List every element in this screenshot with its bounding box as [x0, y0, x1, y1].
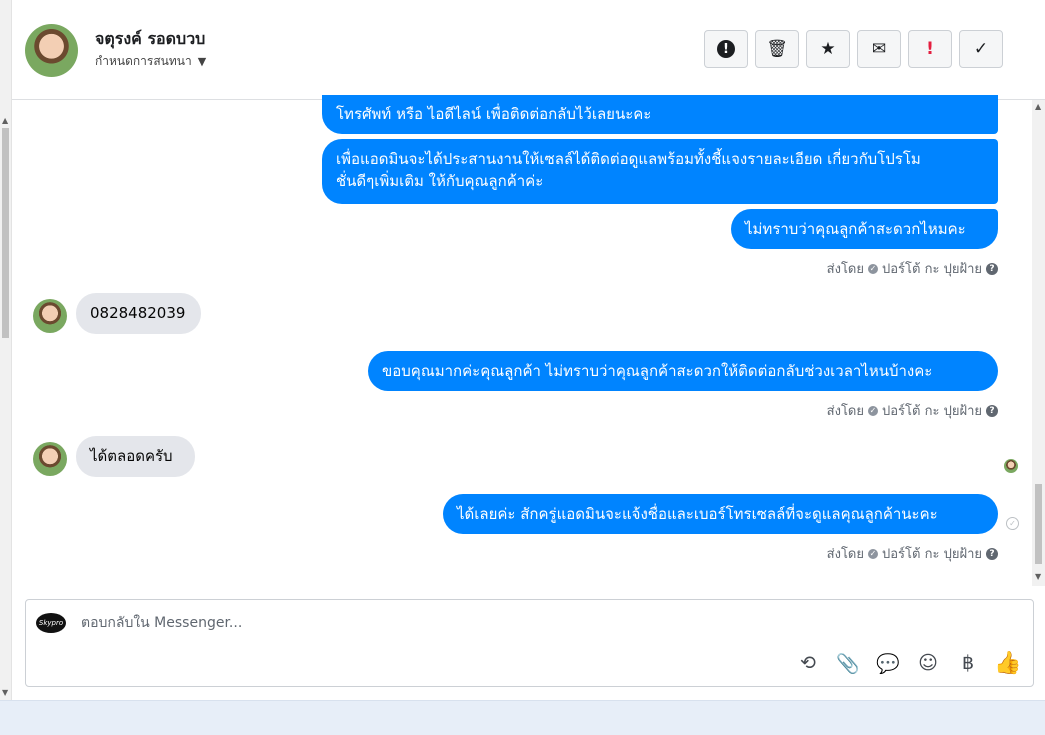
scrollbar-thumb[interactable] — [2, 128, 9, 338]
contact-name[interactable]: จตุรงค์ รอดบวบ — [95, 27, 205, 52]
message-text: โทรศัพท์ หรือ ไอดีไลน์ เพื่อติดต่อกลับไว… — [336, 105, 652, 123]
agent-name: ปอร์โต้ กะ ปุยฝ้าย — [882, 547, 982, 562]
contact-avatar[interactable] — [25, 24, 78, 77]
help-icon[interactable]: ? — [986, 547, 998, 560]
star-icon: ★ — [820, 39, 836, 59]
message-text: ไม่ทราบว่าคุณลูกค้าสะดวกไหมคะ — [745, 220, 966, 238]
header-actions: ! 🗑 ★ ✉ ! ✓ — [704, 30, 1003, 68]
sent-by-info: ส่งโดย ✓ ปอร์โต้ กะ ปุยฝ้าย ? — [827, 400, 998, 421]
bottom-band — [0, 700, 1045, 735]
message-outgoing[interactable]: ไม่ทราบว่าคุณลูกค้าสะดวกไหมคะ — [731, 209, 998, 249]
saved-reply-icon[interactable]: ⟲ — [795, 650, 821, 676]
mark-done-button[interactable]: ✓ — [959, 30, 1003, 68]
schedule-label: กำหนดการสนทนา — [95, 54, 192, 68]
scroll-down-arrow-icon[interactable]: ▼ — [2, 688, 8, 697]
mark-unread-button[interactable]: ✉ — [857, 30, 901, 68]
chat-bubble-icon[interactable]: 💬 — [875, 650, 901, 676]
agent-name: ปอร์โต้ กะ ปุยฝ้าย — [882, 404, 982, 419]
thread-scrollbar[interactable]: ▲ ▼ — [1032, 100, 1045, 586]
check-icon: ✓ — [973, 39, 989, 59]
sent-status-icon: ✓ — [1006, 517, 1019, 530]
seen-indicator-avatar — [1004, 459, 1018, 473]
scrollbar-thumb[interactable] — [1035, 484, 1042, 564]
message-text-line: เพื่อแอดมินจะได้ประสานงานให้เซลล์ได้ติดต… — [336, 150, 921, 168]
sent-by-label: ส่งโดย — [826, 547, 864, 562]
report-button[interactable]: ! — [704, 30, 748, 68]
page-logo: Skypro — [36, 613, 66, 633]
message-outgoing[interactable]: ขอบคุณมากค่ะคุณลูกค้า ไม่ทราบว่าคุณลูกค้… — [368, 351, 998, 391]
message-text: 0828482039 — [90, 304, 186, 322]
sent-by-label: ส่งโดย — [826, 404, 864, 419]
contact-avatar-small[interactable] — [33, 442, 67, 476]
message-text-line: ชั่นดีๆเพิ่มเติม ให้กับคุณลูกค้าค่ะ — [336, 172, 544, 190]
scroll-up-arrow-icon[interactable]: ▲ — [1035, 102, 1041, 111]
agent-name: ปอร์โต้ กะ ปุยฝ้าย — [882, 262, 982, 277]
delete-button[interactable]: 🗑 — [755, 30, 799, 68]
conversation-header: จตุรงค์ รอดบวบ กำหนดการสนทนา ▼ ! 🗑 ★ ✉ !… — [12, 0, 1045, 100]
sent-by-info: ส่งโดย ✓ ปอร์โต้ กะ ปุยฝ้าย ? — [827, 543, 998, 564]
reply-composer: Skypro ⟲ 📎 💬 ☺ ฿ 👍 — [25, 599, 1034, 687]
verified-check-icon: ✓ — [868, 548, 878, 559]
composer-toolbar: ⟲ 📎 💬 ☺ ฿ 👍 — [795, 650, 1022, 676]
like-icon[interactable]: 👍 — [994, 650, 1021, 676]
red-exclamation-icon: ! — [926, 39, 934, 59]
message-outgoing[interactable]: เพื่อแอดมินจะได้ประสานงานให้เซลล์ได้ติดต… — [322, 139, 998, 204]
schedule-dropdown[interactable]: กำหนดการสนทนา ▼ — [95, 52, 206, 71]
sent-by-label: ส่งโดย — [826, 262, 864, 277]
message-text: ได้ตลอดครับ — [90, 447, 173, 465]
mark-spam-button[interactable]: ! — [908, 30, 952, 68]
envelope-icon: ✉ — [871, 39, 887, 59]
contact-avatar-small[interactable] — [33, 299, 67, 333]
scroll-up-arrow-icon[interactable]: ▲ — [2, 116, 8, 125]
message-incoming[interactable]: ได้ตลอดครับ — [76, 436, 195, 477]
message-outgoing[interactable]: ได้เลยค่ะ สักครู่แอดมินจะแจ้งชื่อและเบอร… — [443, 494, 998, 534]
logo-text: Skypro — [38, 619, 64, 627]
exclamation-circle-icon: ! — [717, 40, 735, 58]
baht-icon[interactable]: ฿ — [955, 650, 981, 676]
message-incoming[interactable]: 0828482039 — [76, 293, 201, 334]
left-scrollbar[interactable]: ▲ ▼ — [0, 0, 12, 700]
attachment-icon[interactable]: 📎 — [835, 650, 861, 676]
caret-down-icon: ▼ — [197, 55, 207, 68]
verified-check-icon: ✓ — [868, 405, 878, 416]
sent-by-info: ส่งโดย ✓ ปอร์โต้ กะ ปุยฝ้าย ? — [827, 258, 998, 279]
message-text: ได้เลยค่ะ สักครู่แอดมินจะแจ้งชื่อและเบอร… — [457, 505, 938, 523]
help-icon[interactable]: ? — [986, 262, 998, 275]
scroll-down-arrow-icon[interactable]: ▼ — [1035, 572, 1041, 581]
help-icon[interactable]: ? — [986, 404, 998, 417]
message-text: ขอบคุณมากค่ะคุณลูกค้า ไม่ทราบว่าคุณลูกค้… — [382, 362, 933, 380]
message-outgoing[interactable]: โทรศัพท์ หรือ ไอดีไลน์ เพื่อติดต่อกลับไว… — [322, 95, 998, 134]
star-button[interactable]: ★ — [806, 30, 850, 68]
trash-icon: 🗑 — [766, 39, 788, 59]
emoji-icon[interactable]: ☺ — [915, 650, 941, 676]
verified-check-icon: ✓ — [868, 263, 878, 274]
reply-input[interactable] — [79, 614, 783, 632]
